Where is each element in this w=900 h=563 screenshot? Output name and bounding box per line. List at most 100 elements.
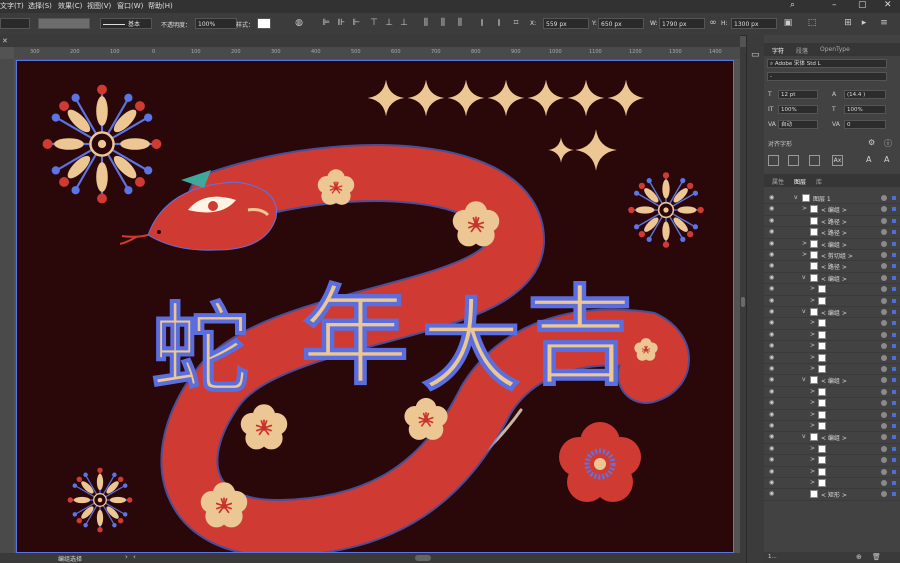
expand-arrow-icon[interactable]: >	[810, 354, 815, 361]
layer-row[interactable]: ◉ > < 剪切组 >	[764, 250, 900, 262]
glyph-align-icf-icon[interactable]	[788, 155, 799, 166]
visibility-eye-icon[interactable]: ◉	[769, 354, 774, 361]
target-circle-icon[interactable]	[881, 343, 887, 350]
glyph-align-ax-icon[interactable]: Ax	[832, 155, 843, 166]
visibility-eye-icon[interactable]: ◉	[769, 490, 774, 497]
glyph-align-a2-icon[interactable]: A	[884, 155, 895, 166]
layer-row[interactable]: ◉ >	[764, 467, 900, 478]
tab-opentype[interactable]: OpenType	[820, 46, 850, 53]
expand-arrow-icon[interactable]: >	[810, 468, 815, 475]
visibility-eye-icon[interactable]: ◉	[769, 194, 774, 201]
visibility-eye-icon[interactable]: ◉	[769, 251, 774, 258]
layer-row[interactable]: ◉ >	[764, 455, 900, 467]
expand-arrow-icon[interactable]: v	[794, 194, 798, 201]
expand-arrow-icon[interactable]: >	[810, 411, 815, 418]
title-char-3[interactable]: 大	[421, 265, 522, 410]
warp-icon[interactable]: ⬚	[806, 17, 818, 29]
layer-name[interactable]: < 路径 >	[821, 228, 847, 237]
glyph-align-em-box-icon[interactable]	[768, 155, 779, 166]
visibility-eye-icon[interactable]: ◉	[769, 365, 774, 372]
stroke-style-dropdown[interactable]: 基本	[100, 18, 152, 29]
expand-arrow-icon[interactable]: >	[810, 342, 815, 349]
target-circle-icon[interactable]	[881, 366, 887, 372]
y-field[interactable]: 650 px	[598, 18, 644, 29]
visibility-eye-icon[interactable]: ◉	[769, 422, 774, 429]
expand-arrow-icon[interactable]: >	[810, 365, 815, 372]
layer-row[interactable]: ◉ < 路径 >	[764, 261, 900, 273]
align-center-icon[interactable]: ⊪	[335, 17, 347, 29]
expand-arrow-icon[interactable]: >	[810, 445, 815, 452]
align-left-icon[interactable]: ⊫	[320, 17, 332, 29]
info-icon[interactable]: ⓘ	[884, 138, 892, 149]
target-circle-icon[interactable]	[881, 434, 887, 441]
layer-row[interactable]: ◉ v < 编组 >	[764, 375, 900, 387]
horizontal-scale-field[interactable]: 100%	[844, 105, 886, 114]
layer-name[interactable]: 图层 1	[813, 194, 831, 203]
layer-name[interactable]: < 编组 >	[821, 274, 847, 283]
visibility-eye-icon[interactable]: ◉	[769, 308, 774, 315]
font-family-dropdown[interactable]: ⌕ Adobe 宋体 Std L	[767, 59, 887, 68]
horizontal-scroll-thumb[interactable]	[415, 555, 431, 561]
target-circle-icon[interactable]	[881, 240, 887, 247]
distribute-right-icon[interactable]: ⫼	[454, 17, 466, 29]
artboard[interactable]: 蛇 年 大 吉	[16, 60, 734, 553]
link-icon[interactable]: ∞	[707, 17, 719, 29]
expand-arrow-icon[interactable]: v	[802, 376, 806, 383]
menu-type[interactable]: 文字(T)	[0, 1, 24, 11]
target-circle-icon[interactable]	[881, 423, 887, 429]
visibility-eye-icon[interactable]: ◉	[769, 319, 774, 326]
visibility-eye-icon[interactable]: ◉	[769, 411, 774, 418]
distribute-icon[interactable]: ⫼	[420, 17, 432, 29]
visibility-eye-icon[interactable]: ◉	[769, 285, 774, 292]
visibility-eye-icon[interactable]: ◉	[769, 388, 774, 395]
target-circle-icon[interactable]	[881, 377, 887, 384]
layer-row[interactable]: ◉ >	[764, 398, 900, 410]
layer-name[interactable]: < 路径 >	[821, 217, 847, 226]
layer-name[interactable]: < 编组 >	[821, 240, 847, 249]
expand-arrow-icon[interactable]: v	[802, 274, 806, 281]
visibility-eye-icon[interactable]: ◉	[769, 479, 774, 486]
title-char-2[interactable]: 年	[300, 250, 409, 406]
target-circle-icon[interactable]	[881, 286, 887, 293]
canvas-area[interactable]: 蛇 年 大 吉	[14, 59, 740, 553]
layer-row[interactable]: ◉ < 矩形 >	[764, 489, 900, 501]
menu-view[interactable]: 视图(V)	[87, 1, 111, 11]
close-icon[interactable]: ✕	[884, 0, 892, 10]
status-arrow-right-icon[interactable]: ›	[125, 553, 128, 561]
target-circle-icon[interactable]	[881, 297, 887, 304]
align-bottom-icon[interactable]: ⊥	[398, 17, 410, 29]
expand-arrow-icon[interactable]: >	[810, 422, 815, 429]
layer-name[interactable]: < 编组 >	[821, 308, 847, 317]
visibility-eye-icon[interactable]: ◉	[769, 262, 774, 269]
glyph-settings-icon[interactable]: ⚙	[868, 138, 875, 147]
visibility-eye-icon[interactable]: ◉	[769, 468, 774, 475]
panel-menu-icon[interactable]: ▸	[858, 17, 870, 29]
layer-name[interactable]: < 编组 >	[821, 205, 847, 214]
font-size-field[interactable]: 12 pt	[778, 90, 818, 99]
expand-arrow-icon[interactable]: >	[810, 479, 815, 486]
scroll-thumb[interactable]	[741, 297, 745, 307]
visibility-eye-icon[interactable]: ◉	[769, 205, 774, 212]
layer-row[interactable]: ◉ >	[764, 410, 900, 421]
visibility-eye-icon[interactable]: ◉	[769, 228, 774, 235]
expand-arrow-icon[interactable]: >	[810, 399, 815, 406]
fill-swatch[interactable]	[0, 18, 30, 29]
visibility-eye-icon[interactable]: ◉	[769, 274, 774, 281]
layer-row[interactable]: ◉ >	[764, 478, 900, 490]
visibility-eye-icon[interactable]: ◉	[769, 217, 774, 224]
target-circle-icon[interactable]	[881, 457, 887, 464]
more-icon[interactable]: ≡	[878, 17, 890, 29]
layer-row[interactable]: ◉ >	[764, 421, 900, 433]
leading-field[interactable]: (14.4 )	[844, 90, 886, 99]
target-circle-icon[interactable]	[881, 195, 887, 201]
target-circle-icon[interactable]	[881, 274, 887, 281]
layer-row[interactable]: ◉ v < 编组 >	[764, 307, 900, 319]
tab-properties[interactable]: 属性	[772, 177, 784, 186]
visibility-eye-icon[interactable]: ◉	[769, 399, 774, 406]
target-circle-icon[interactable]	[881, 468, 887, 475]
maximize-icon[interactable]: ▢	[858, 0, 867, 10]
isolate-icon[interactable]: ▣	[782, 17, 794, 29]
visibility-eye-icon[interactable]: ◉	[769, 376, 774, 383]
target-circle-icon[interactable]	[881, 263, 887, 270]
new-layer-icon[interactable]: ⊕	[856, 553, 862, 561]
